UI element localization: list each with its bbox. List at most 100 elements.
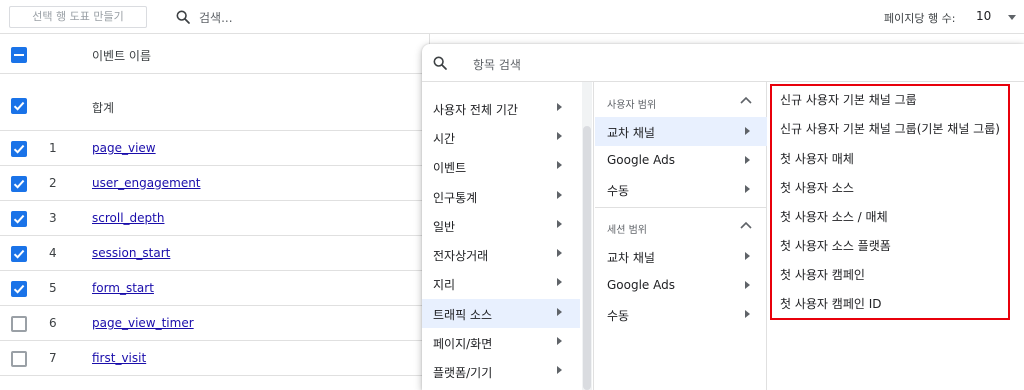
- event-name-link[interactable]: first_visit: [92, 351, 146, 365]
- row-checkbox[interactable]: [11, 246, 27, 262]
- row-checkbox[interactable]: [11, 211, 27, 227]
- subcategory-label: 교차 채널: [607, 126, 655, 140]
- chevron-right-icon: [557, 337, 562, 345]
- rows-per-page-select[interactable]: 10: [976, 9, 991, 23]
- total-checkbox[interactable]: [11, 98, 27, 114]
- section-title: 사용자 범위: [607, 100, 657, 111]
- chevron-right-icon: [557, 249, 562, 257]
- chevron-down-icon[interactable]: [1008, 15, 1016, 20]
- category-item[interactable]: 일반: [422, 211, 580, 240]
- dimension-option[interactable]: 신규 사용자 기본 채널 그룹: [780, 91, 917, 108]
- select-all-checkbox[interactable]: [11, 47, 27, 63]
- dimension-search[interactable]: 항목 검색: [422, 44, 1024, 82]
- row-checkbox[interactable]: [11, 281, 27, 297]
- subcategory-item[interactable]: 수동: [595, 175, 767, 204]
- subcategory-label: 수동: [607, 184, 630, 198]
- category-label: 일반: [433, 220, 456, 234]
- event-name-link[interactable]: page_view_timer: [92, 316, 194, 330]
- event-name-link[interactable]: form_start: [92, 281, 154, 295]
- chevron-right-icon: [745, 127, 750, 135]
- dimension-option[interactable]: 첫 사용자 소스: [780, 179, 854, 196]
- subcategory-item[interactable]: 수동: [595, 300, 767, 329]
- section-header-session-scope[interactable]: 세션 범위: [595, 213, 767, 239]
- table-toolbar: 선택 행 도표 만들기 검색... 페이지당 행 수: 10: [0, 0, 1024, 34]
- subcategory-label: 수동: [607, 309, 630, 323]
- section-title: 세션 범위: [607, 225, 647, 236]
- category-label: 페이지/화면: [433, 337, 493, 351]
- chevron-right-icon: [557, 191, 562, 199]
- column-header-event-name[interactable]: 이벤트 이름: [92, 47, 151, 64]
- category-label: 이벤트: [433, 161, 467, 175]
- chevron-right-icon: [745, 252, 750, 260]
- row-checkbox[interactable]: [11, 316, 27, 332]
- row-number: 1: [49, 141, 57, 155]
- category-item[interactable]: 인구통계: [422, 182, 580, 211]
- subcategory-item-active[interactable]: 교차 채널: [595, 117, 767, 146]
- dimension-option[interactable]: 첫 사용자 캠페인 ID: [780, 295, 882, 312]
- category-item[interactable]: 시간: [422, 123, 580, 152]
- category-item[interactable]: 지리: [422, 269, 580, 298]
- create-chart-button[interactable]: 선택 행 도표 만들기: [9, 6, 147, 28]
- row-checkbox[interactable]: [11, 351, 27, 367]
- section-header-user-scope[interactable]: 사용자 범위: [595, 88, 767, 114]
- table-search[interactable]: 검색...: [175, 7, 233, 27]
- chevron-up-icon: [740, 221, 752, 229]
- chevron-right-icon: [557, 366, 562, 374]
- chevron-right-icon: [745, 281, 750, 289]
- dimension-option[interactable]: 첫 사용자 캠페인: [780, 266, 865, 283]
- chevron-right-icon: [745, 185, 750, 193]
- subcategory-item[interactable]: Google Ads: [595, 146, 767, 175]
- total-label: 합계: [92, 101, 115, 115]
- category-label: 시간: [433, 132, 456, 146]
- dimension-option[interactable]: 신규 사용자 기본 채널 그룹(기본 채널 그룹): [780, 120, 1000, 137]
- chevron-right-icon: [557, 220, 562, 228]
- chevron-up-icon: [740, 96, 752, 104]
- event-name-link[interactable]: session_start: [92, 246, 170, 260]
- row-number: 5: [49, 281, 57, 295]
- subcategory-label: Google Ads: [607, 153, 675, 167]
- chevron-right-icon: [557, 308, 562, 316]
- category-item[interactable]: 전자상거래: [422, 240, 580, 269]
- chevron-right-icon: [557, 132, 562, 140]
- category-label: 플랫폼/기기: [433, 366, 493, 380]
- chevron-right-icon: [557, 103, 562, 111]
- dimension-option[interactable]: 첫 사용자 매체: [780, 150, 854, 167]
- category-label: 트래픽 소스: [433, 308, 493, 322]
- event-name-link[interactable]: user_engagement: [92, 176, 201, 190]
- search-icon: [176, 10, 190, 24]
- table-search-input[interactable]: 검색...: [199, 9, 233, 26]
- chevron-right-icon: [557, 161, 562, 169]
- row-checkbox[interactable]: [11, 176, 27, 192]
- category-label: 지리: [433, 278, 456, 292]
- dimension-option[interactable]: 첫 사용자 소스 플랫폼: [780, 237, 891, 254]
- subcategory-item[interactable]: Google Ads: [595, 271, 767, 300]
- category-list: 사용자 전체 기간 시간 이벤트 인구통계 일반 전자상거래 지리 트래픽 소스…: [422, 82, 594, 390]
- rows-per-page-label: 페이지당 행 수:: [884, 12, 956, 25]
- subcategory-list: 사용자 범위 교차 채널 Google Ads 수동 세션 범위 교차 채널 G…: [595, 82, 767, 390]
- chevron-right-icon: [557, 278, 562, 286]
- dimension-option-list: 신규 사용자 기본 채널 그룹 신규 사용자 기본 채널 그룹(기본 채널 그룹…: [768, 82, 1024, 390]
- row-number: 4: [49, 246, 57, 260]
- category-item[interactable]: 페이지/화면: [422, 328, 580, 357]
- row-checkbox[interactable]: [11, 141, 27, 157]
- chevron-right-icon: [745, 310, 750, 318]
- row-number: 2: [49, 176, 57, 190]
- subcategory-label: 교차 채널: [607, 251, 655, 265]
- scrollbar-thumb[interactable]: [583, 126, 591, 390]
- category-item-active[interactable]: 트래픽 소스: [422, 299, 580, 328]
- category-item[interactable]: 플랫폼/기기: [422, 357, 580, 386]
- event-name-link[interactable]: page_view: [92, 141, 156, 155]
- search-icon: [433, 56, 447, 70]
- row-number: 6: [49, 316, 57, 330]
- event-name-link[interactable]: scroll_depth: [92, 211, 164, 225]
- subcategory-item[interactable]: 교차 채널: [595, 242, 767, 271]
- category-label: 인구통계: [433, 191, 478, 205]
- category-item[interactable]: 이벤트: [422, 152, 580, 181]
- section-divider: [595, 207, 767, 208]
- row-number: 7: [49, 351, 57, 365]
- dimension-search-input[interactable]: 항목 검색: [473, 56, 521, 73]
- category-item[interactable]: 사용자 전체 기간: [422, 94, 580, 123]
- dimension-option[interactable]: 첫 사용자 소스 / 매체: [780, 208, 888, 225]
- category-label: 사용자 전체 기간: [433, 103, 518, 117]
- row-number: 3: [49, 211, 57, 225]
